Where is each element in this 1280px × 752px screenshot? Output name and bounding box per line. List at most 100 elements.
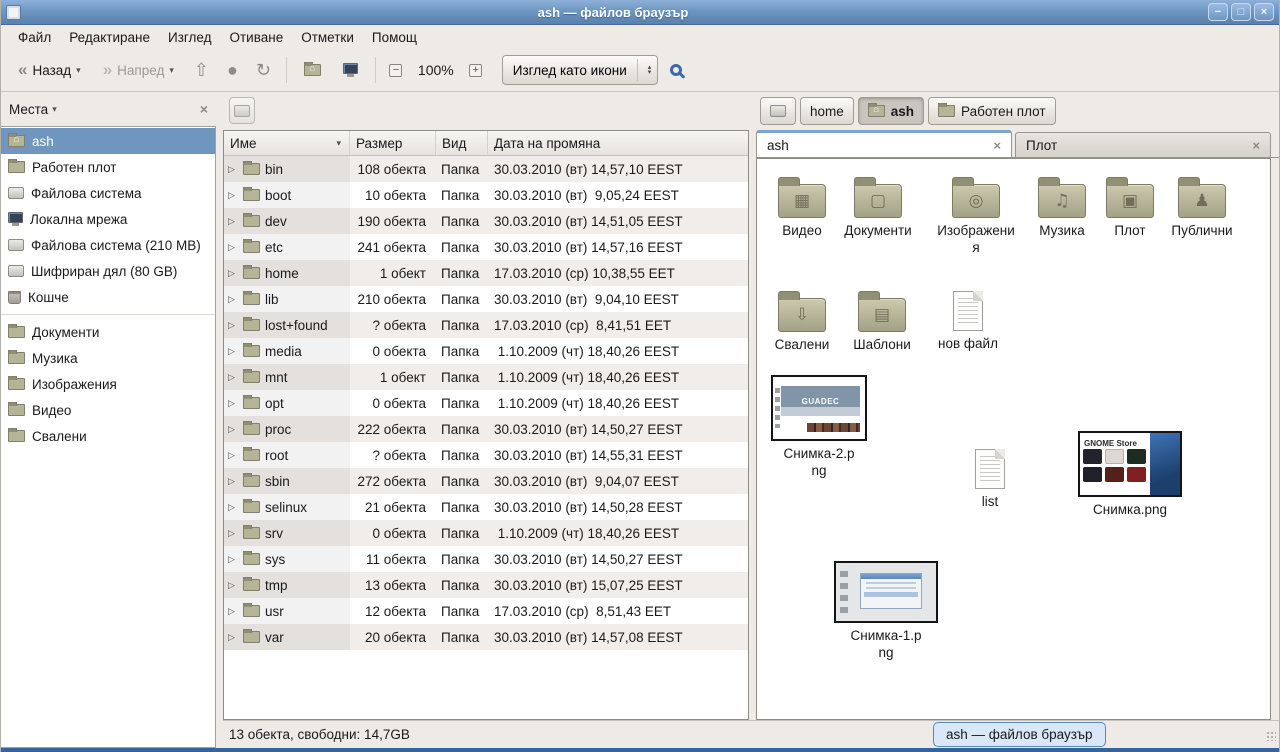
back-dropdown-icon[interactable]: ▾ xyxy=(76,65,81,76)
forward-dropdown-icon[interactable]: ▾ xyxy=(169,65,174,76)
expander-icon[interactable]: ▷ xyxy=(228,398,238,409)
minimize-button[interactable]: − xyxy=(1208,3,1228,21)
tab-close-icon[interactable]: × xyxy=(1252,138,1260,153)
file-item-snimka-1[interactable]: Снимка-1.png xyxy=(831,561,941,661)
table-row[interactable]: ▷usr12 обектаПапка17.03.2010 (ср) 8,51,4… xyxy=(224,598,748,624)
zoom-in-button[interactable]: + xyxy=(464,58,488,82)
table-row[interactable]: ▷srv0 обектаПапка 1.10.2009 (чт) 18,40,2… xyxy=(224,520,748,546)
file-item-pictures[interactable]: ◎ Изображения xyxy=(931,175,1021,256)
home-button[interactable] xyxy=(295,55,330,85)
breadcrumb-root-button[interactable] xyxy=(760,97,796,125)
reload-button[interactable]: ↻ xyxy=(249,60,278,81)
expander-icon[interactable]: ▷ xyxy=(228,528,238,539)
expander-icon[interactable]: ▷ xyxy=(228,450,238,461)
menu-bookmarks[interactable]: Отметки xyxy=(292,28,363,47)
sidebar-header-label[interactable]: Места xyxy=(9,102,48,117)
table-row[interactable]: ▷dev190 обектаПапка30.03.2010 (вт) 14,51… xyxy=(224,208,748,234)
sidebar-close-icon[interactable]: × xyxy=(200,101,208,117)
forward-button[interactable]: » Напред ▾ xyxy=(94,55,183,85)
table-row[interactable]: ▷lib210 обектаПапка30.03.2010 (вт) 9,04,… xyxy=(224,286,748,312)
sidebar-header-caret-icon[interactable]: ▾ xyxy=(52,104,57,115)
view-mode-dropdown[interactable]: Изглед като икони ▴▾ xyxy=(502,55,659,85)
icon-view[interactable]: ▦ Видео ▢ Документи ◎ Изображения ♫ Музи… xyxy=(756,158,1271,720)
back-button[interactable]: « Назад ▾ xyxy=(9,55,90,85)
tab-plot[interactable]: Плот × xyxy=(1015,132,1271,157)
resize-grip[interactable] xyxy=(1266,731,1276,741)
sidebar-item-ash[interactable]: ash xyxy=(1,128,215,154)
tab-close-icon[interactable]: × xyxy=(993,138,1001,153)
table-row[interactable]: ▷var20 обектаПапка30.03.2010 (вт) 14,57,… xyxy=(224,624,748,650)
sidebar-item-pictures[interactable]: Изображения xyxy=(1,371,215,397)
file-item-snimka[interactable]: GNOME Store Снимка.png xyxy=(1075,431,1185,518)
expander-icon[interactable]: ▷ xyxy=(228,476,238,487)
pane-splitter[interactable] xyxy=(216,92,223,748)
tree-root-button[interactable] xyxy=(229,97,255,124)
sidebar-item-documents[interactable]: Документи xyxy=(1,319,215,345)
up-button[interactable]: ⇧ xyxy=(187,60,216,81)
expander-icon[interactable]: ▷ xyxy=(228,502,238,513)
menu-go[interactable]: Отиване xyxy=(220,28,292,47)
breadcrumb-desktop-button[interactable]: Работен плот xyxy=(928,97,1056,125)
column-header-size[interactable]: Размер xyxy=(350,131,436,155)
table-row[interactable]: ▷sys11 обектаПапка30.03.2010 (вт) 14,50,… xyxy=(224,546,748,572)
expander-icon[interactable]: ▷ xyxy=(228,346,238,357)
sidebar-item-filesystem[interactable]: Файлова система xyxy=(1,180,215,206)
computer-button[interactable] xyxy=(334,55,367,85)
sidebar-item-network[interactable]: Локална мрежа xyxy=(1,206,215,232)
sidebar-item-music[interactable]: Музика xyxy=(1,345,215,371)
file-item-templates[interactable]: ▤ Шаблони xyxy=(837,289,927,353)
menu-edit[interactable]: Редактиране xyxy=(60,28,159,47)
sidebar-item-filesystem-210[interactable]: Файлова система (210 MB) xyxy=(1,232,215,258)
expander-icon[interactable]: ▷ xyxy=(228,606,238,617)
sidebar-item-downloads[interactable]: Свалени xyxy=(1,423,215,449)
table-row[interactable]: ▷lost+found? обектаПапка17.03.2010 (ср) … xyxy=(224,312,748,338)
file-item-downloads[interactable]: ⇩ Свалени xyxy=(757,289,847,353)
sidebar-item-trash[interactable]: Кошче xyxy=(1,284,215,310)
file-item-snimka-2[interactable]: GUADEC Снимка-2.png xyxy=(764,375,874,479)
expander-icon[interactable]: ▷ xyxy=(228,372,238,383)
expander-icon[interactable]: ▷ xyxy=(228,554,238,565)
expander-icon[interactable]: ▷ xyxy=(228,164,238,175)
file-item-public[interactable]: ♟ Публични xyxy=(1157,175,1247,239)
file-item-list[interactable]: list xyxy=(945,445,1035,510)
column-header-type[interactable]: Вид xyxy=(436,131,488,155)
sidebar-item-desktop[interactable]: Работен плот xyxy=(1,154,215,180)
expander-icon[interactable]: ▷ xyxy=(228,632,238,643)
expander-icon[interactable]: ▷ xyxy=(228,320,238,331)
table-row[interactable]: ▷home1 обектПапка17.03.2010 (ср) 10,38,5… xyxy=(224,260,748,286)
expander-icon[interactable]: ▷ xyxy=(228,424,238,435)
file-item-documents[interactable]: ▢ Документи xyxy=(833,175,923,239)
sidebar-item-encrypted[interactable]: Шифриран дял (80 GB) xyxy=(1,258,215,284)
table-row[interactable]: ▷root? обектаПапка30.03.2010 (вт) 14,55,… xyxy=(224,442,748,468)
sidebar-item-video[interactable]: Видео xyxy=(1,397,215,423)
tab-ash[interactable]: ash × xyxy=(756,130,1012,157)
breadcrumb-home-button[interactable]: home xyxy=(800,97,854,125)
expander-icon[interactable]: ▷ xyxy=(228,242,238,253)
column-header-name[interactable]: Име ▾ xyxy=(224,131,350,155)
expander-icon[interactable]: ▷ xyxy=(228,190,238,201)
table-row[interactable]: ▷mnt1 обектПапка 1.10.2009 (чт) 18,40,26… xyxy=(224,364,748,390)
stop-button[interactable]: ● xyxy=(220,60,245,81)
file-item-new-file[interactable]: нов файл xyxy=(923,287,1013,352)
menu-help[interactable]: Помощ xyxy=(363,28,426,47)
close-button[interactable]: × xyxy=(1254,3,1274,21)
table-row[interactable]: ▷bin108 обектаПапка30.03.2010 (вт) 14,57… xyxy=(224,156,748,182)
table-row[interactable]: ▷opt0 обектаПапка 1.10.2009 (чт) 18,40,2… xyxy=(224,390,748,416)
maximize-button[interactable]: □ xyxy=(1231,3,1251,21)
column-header-date[interactable]: Дата на промяна xyxy=(488,131,748,155)
breadcrumb-ash-button[interactable]: ash xyxy=(858,97,924,125)
table-row[interactable]: ▷etc241 обектаПапка30.03.2010 (вт) 14,57… xyxy=(224,234,748,260)
table-row[interactable]: ▷selinux21 обектаПапка30.03.2010 (вт) 14… xyxy=(224,494,748,520)
table-row[interactable]: ▷proc222 обектаПапка30.03.2010 (вт) 14,5… xyxy=(224,416,748,442)
search-icon[interactable] xyxy=(670,64,682,76)
expander-icon[interactable]: ▷ xyxy=(228,268,238,279)
menu-view[interactable]: Изглед xyxy=(159,28,221,47)
table-row[interactable]: ▷boot10 обектаПапка30.03.2010 (вт) 9,05,… xyxy=(224,182,748,208)
expander-icon[interactable]: ▷ xyxy=(228,580,238,591)
expander-icon[interactable]: ▷ xyxy=(228,294,238,305)
expander-icon[interactable]: ▷ xyxy=(228,216,238,227)
table-row[interactable]: ▷media0 обектаПапка 1.10.2009 (чт) 18,40… xyxy=(224,338,748,364)
menu-file[interactable]: Файл xyxy=(9,28,60,47)
table-row[interactable]: ▷tmp13 обектаПапка30.03.2010 (вт) 15,07,… xyxy=(224,572,748,598)
zoom-out-button[interactable]: − xyxy=(384,58,408,82)
